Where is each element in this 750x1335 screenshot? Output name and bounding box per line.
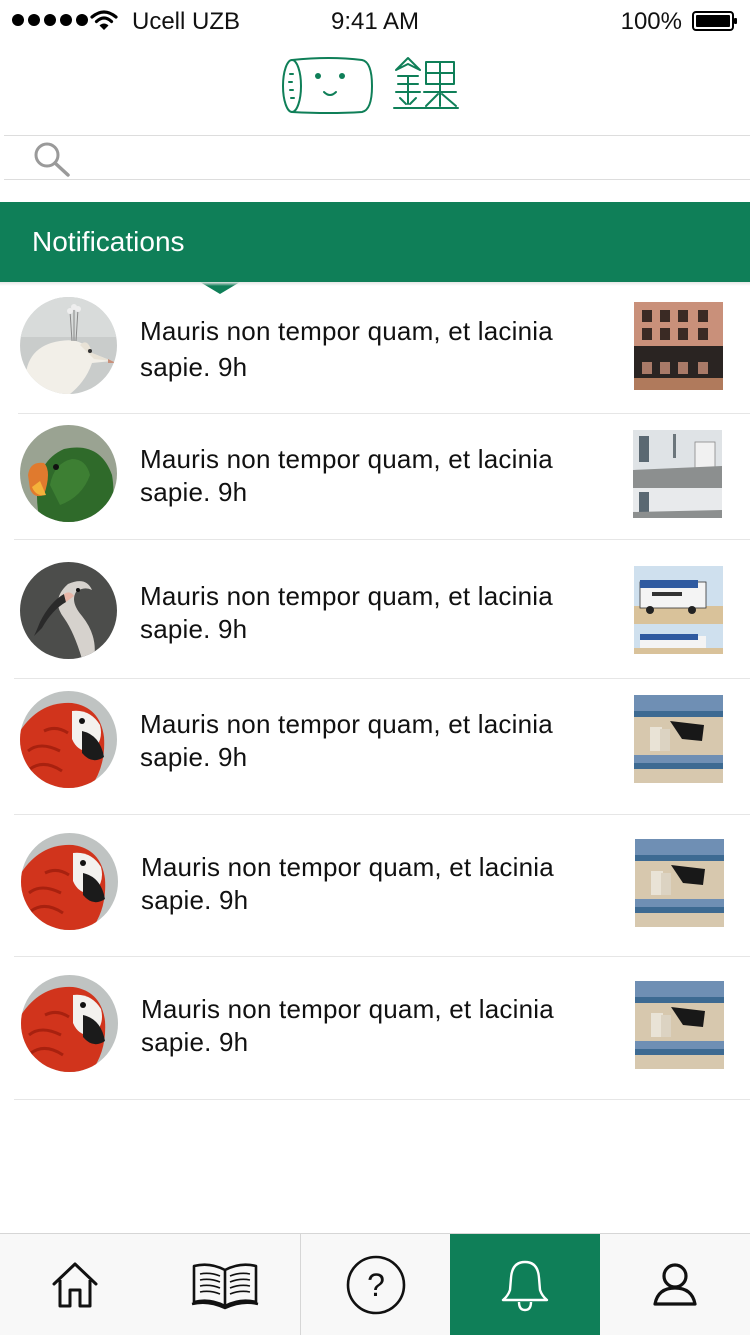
notification-item[interactable]: Mauris non tempor quam, et lacinia sapie…: [0, 957, 750, 1100]
search-icon[interactable]: [32, 140, 74, 178]
bell-icon: [501, 1260, 549, 1311]
avatar[interactable]: [21, 833, 118, 930]
notification-text: Mauris non tempor quam, et lacinia sapie…: [140, 316, 553, 382]
notification-thumbnail[interactable]: [634, 695, 723, 783]
svg-text:?: ?: [367, 1267, 385, 1303]
tab-notifications[interactable]: [450, 1234, 600, 1335]
user-icon: [653, 1262, 697, 1306]
status-bar: Ucell UZB 9:41 AM 100%: [0, 0, 750, 44]
battery-percentage: 100%: [620, 8, 682, 35]
notification-thumbnail[interactable]: [634, 302, 723, 390]
tab-home[interactable]: [0, 1234, 150, 1335]
search-input[interactable]: [84, 140, 728, 176]
notification-item[interactable]: Mauris non tempor quam, et lacinia sapie…: [0, 414, 750, 540]
avatar[interactable]: [20, 297, 117, 394]
home-icon: [52, 1262, 98, 1307]
avatar[interactable]: [20, 562, 117, 659]
book-icon: [191, 1262, 259, 1309]
tab-help[interactable]: ?: [301, 1234, 450, 1335]
notification-text: Mauris non tempor quam, et lacinia sapie…: [140, 581, 553, 644]
avatar[interactable]: [21, 975, 118, 1072]
notification-thumbnail[interactable]: [635, 981, 724, 1069]
app-logo: [282, 57, 459, 114]
notification-text: Mauris non tempor quam, et lacinia sapie…: [140, 709, 553, 772]
notification-item[interactable]: Mauris non tempor quam, et lacinia sapie…: [0, 540, 750, 679]
avatar[interactable]: [20, 691, 117, 788]
notification-item[interactable]: Mauris non tempor quam, et lacinia sapie…: [0, 679, 750, 815]
tab-bar: ?: [0, 1233, 750, 1335]
tab-profile[interactable]: [600, 1234, 750, 1335]
avatar[interactable]: [20, 425, 117, 522]
question-icon: ?: [346, 1255, 405, 1314]
notifications-title: Notifications: [32, 226, 185, 257]
notifications-header: Notifications: [0, 202, 750, 294]
notification-text: Mauris non tempor quam, et lacinia sapie…: [141, 994, 554, 1057]
notification-text: Mauris non tempor quam, et lacinia sapie…: [141, 852, 554, 915]
notification-text: Mauris non tempor quam, et lacinia sapie…: [140, 444, 553, 507]
tab-library[interactable]: [150, 1234, 300, 1335]
notification-item[interactable]: Mauris non tempor quam, et lacinia sapie…: [0, 815, 750, 957]
notification-thumbnail[interactable]: [635, 839, 724, 927]
search-bar: [4, 136, 750, 180]
battery-icon: [692, 11, 737, 31]
notification-item[interactable]: Mauris non tempor quam, et lacinia sapie…: [0, 286, 750, 414]
notification-thumbnail[interactable]: [634, 566, 723, 654]
notification-thumbnail[interactable]: [633, 430, 722, 518]
